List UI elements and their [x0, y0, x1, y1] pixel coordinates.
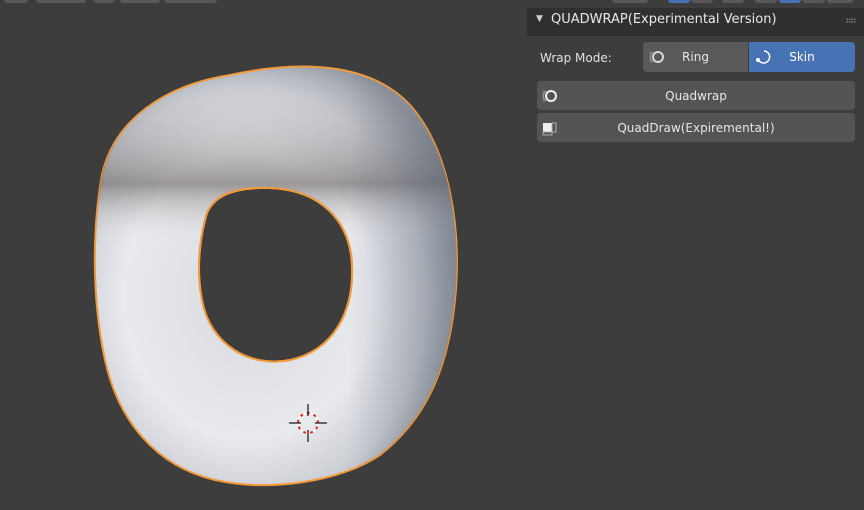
3d-cursor-icon[interactable]: [288, 403, 328, 443]
quadwrap-button[interactable]: Quadwrap: [537, 81, 855, 110]
quaddraw-button[interactable]: QuadDraw(Expiremental!): [537, 113, 855, 142]
drag-handle-icon[interactable]: [846, 18, 856, 23]
ring-icon: [649, 50, 664, 64]
quadwrap-label: Quadwrap: [665, 88, 727, 103]
wrap-mode-skin-button[interactable]: Skin: [749, 42, 855, 72]
quadwrap-icon: [542, 89, 557, 103]
wrap-mode-ring-button[interactable]: Ring: [643, 42, 748, 72]
panel-header[interactable]: ▼ QUADWRAP(Experimental Version): [527, 8, 864, 34]
panel-body: Wrap Mode: Ring Skin Quadwrap QuadDraw(E…: [527, 36, 864, 154]
wrap-mode-ring-label: Ring: [682, 50, 709, 64]
panel-title: QUADWRAP(Experimental Version): [551, 12, 777, 27]
wrap-mode-skin-label: Skin: [789, 50, 815, 64]
quadwrap-panel: ▼ QUADWRAP(Experimental Version) Wrap Mo…: [527, 8, 864, 154]
disclosure-triangle-down-icon[interactable]: ▼: [536, 14, 543, 24]
quaddraw-icon: [542, 122, 557, 136]
skin-icon: [756, 50, 771, 64]
quaddraw-label: QuadDraw(Expiremental!): [617, 120, 775, 135]
wrap-mode-label: Wrap Mode:: [540, 51, 612, 65]
